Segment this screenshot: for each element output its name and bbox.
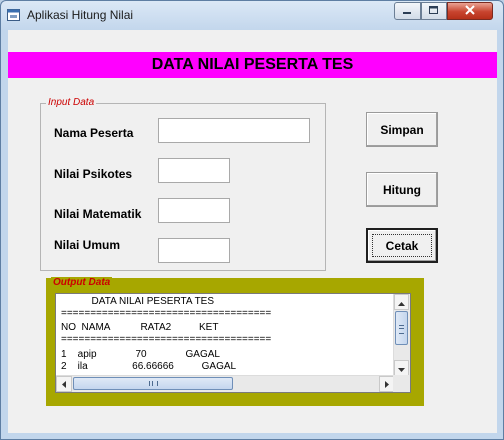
close-icon [465, 4, 475, 18]
horizontal-scroll-thumb[interactable] [73, 377, 233, 390]
list-item: ==================================== [61, 308, 272, 319]
scroll-up-button[interactable] [394, 294, 409, 310]
output-listbox[interactable]: DATA NILAI PESERTA TES =================… [55, 293, 411, 393]
input-frame-legend: Input Data [46, 97, 97, 108]
horizontal-scrollbar[interactable] [56, 375, 395, 392]
hitung-button[interactable]: Hitung [366, 172, 438, 207]
close-button[interactable] [447, 2, 493, 20]
list-item: DATA NILAI PESERTA TES [61, 296, 215, 307]
nilai-psikotes-label: Nilai Psikotes [54, 167, 133, 181]
app-window: Aplikasi Hitung Nilai DATA NILAI PESERTA… [0, 0, 504, 440]
cetak-button[interactable]: Cetak [366, 228, 438, 263]
list-item: ==================================== [61, 334, 272, 345]
maximize-button[interactable] [421, 2, 447, 20]
minimize-icon [403, 5, 412, 18]
output-frame-legend: Output Data [51, 277, 113, 288]
maximize-icon [429, 5, 439, 18]
form-client-area: DATA NILAI PESERTA TES Input Data Nama P… [8, 30, 497, 433]
minimize-button[interactable] [394, 2, 421, 20]
arrow-down-icon [398, 362, 405, 375]
list-item: 1 apip 70 GAGAL [61, 349, 220, 360]
nilai-matematik-input[interactable] [158, 198, 230, 223]
arrow-up-icon [398, 296, 405, 309]
nilai-umum-label: Nilai Umum [54, 238, 121, 252]
window-title: Aplikasi Hitung Nilai [27, 8, 134, 22]
vertical-scrollbar[interactable] [393, 294, 410, 376]
arrow-right-icon [385, 378, 389, 391]
page-title-banner: DATA NILAI PESERTA TES [8, 52, 497, 78]
vertical-scroll-thumb[interactable] [395, 311, 408, 345]
nilai-umum-input[interactable] [158, 238, 230, 263]
nama-peserta-input[interactable] [158, 118, 310, 143]
title-bar[interactable]: Aplikasi Hitung Nilai [1, 1, 503, 29]
scroll-down-button[interactable] [394, 360, 409, 376]
scrollbar-corner [393, 375, 410, 392]
arrow-left-icon [62, 378, 66, 391]
scroll-left-button[interactable] [56, 376, 72, 392]
nilai-psikotes-input[interactable] [158, 158, 230, 183]
output-data-frame: Output Data DATA NILAI PESERTA TES =====… [46, 277, 424, 406]
list-item: 2 ila 66.66666 GAGAL [61, 361, 237, 372]
cetak-button-label: Cetak [385, 238, 419, 253]
simpan-button[interactable]: Simpan [366, 112, 438, 147]
app-window-icon[interactable] [7, 8, 21, 22]
nilai-matematik-label: Nilai Matematik [54, 207, 142, 221]
nama-peserta-label: Nama Peserta [54, 126, 134, 140]
list-item: NO NAMA RATA2 KET [61, 322, 219, 333]
